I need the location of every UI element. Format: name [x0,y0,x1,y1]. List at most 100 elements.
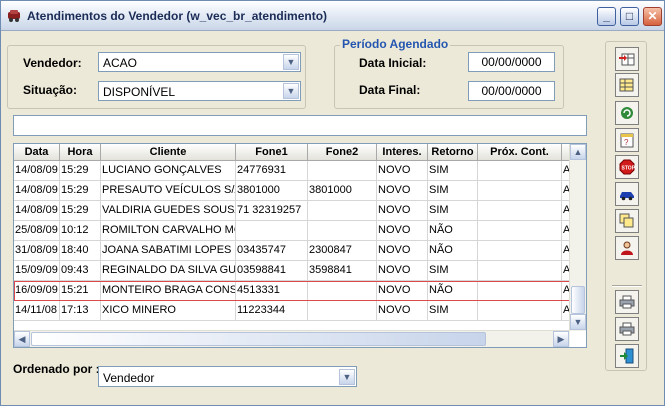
horizontal-scrollbar[interactable]: ◀ ▶ [14,330,570,347]
scroll-down-icon[interactable]: ▼ [570,314,586,330]
print-button[interactable] [615,290,639,314]
table-row[interactable]: 16/09/09 15:21 MONTEIRO BRAGA CONSU 4513331… [14,281,570,301]
chevron-down-icon[interactable]: ▼ [283,54,299,70]
add-row-icon [619,53,635,66]
svg-text:STOP: STOP [622,166,636,172]
table-cell: SIM [428,181,478,201]
column-header[interactable]: Retorno [428,144,478,161]
table-cell: 16/09/09 [14,281,60,301]
car-icon [620,192,634,201]
order-value: Vendedor [103,371,155,385]
table-cell: 15:29 [60,181,101,201]
table-cell: NOVO [377,221,428,241]
table-row[interactable]: 25/08/09 10:12 ROMILTON CARVALHO MO NOVO NÃO… [14,221,570,241]
title-bar[interactable]: Atendimentos do Vendedor (w_vec_br_atend… [1,1,664,31]
calendar-button[interactable]: ? [615,128,639,152]
user-button[interactable] [615,236,639,260]
calendar-icon: ? [620,133,634,148]
table-cell: 18:40 [60,241,101,261]
table-row[interactable]: 15/09/09 09:43 REGINALDO DA SILVA GUI 03598… [14,261,570,281]
table-row[interactable]: 14/11/08 17:13 XICO MINERO 11223344 NOVO SIM A [14,301,570,321]
table-cell: 09:43 [60,261,101,281]
table-row[interactable]: 31/08/09 18:40 JOANA SABATIMI LOPES 0343574… [14,241,570,261]
scroll-thumb[interactable] [571,286,585,314]
scroll-up-icon[interactable]: ▲ [570,144,586,160]
table-cell: 03598841 [236,261,308,281]
close-button[interactable]: ✕ [643,7,662,26]
table-cell [478,161,562,181]
table-cell: NOVO [377,301,428,321]
table-cell: 15:21 [60,281,101,301]
print-preview-icon [619,322,635,336]
table-cell [478,301,562,321]
table-cell: ROMILTON CARVALHO MO [101,221,236,241]
refresh-button[interactable] [615,101,639,125]
table-cell: 3801000 [236,181,308,201]
table-cell: NOVO [377,161,428,181]
table-cell: NÃO [428,221,478,241]
table-cell: 10:12 [60,221,101,241]
column-header[interactable]: Cliente [101,144,236,161]
table-cell [308,221,377,241]
svg-text:?: ? [624,138,629,147]
chevron-down-icon[interactable]: ▼ [283,83,299,99]
maximize-button[interactable]: □ [620,7,639,26]
print-preview-button[interactable] [615,317,639,341]
table-cell: 15:29 [60,201,101,221]
copy-button[interactable] [615,209,639,233]
stop-icon: STOP [619,159,635,175]
table-cell: 14/08/09 [14,181,60,201]
info-bar [13,115,587,136]
table-cell: LUCIANO GONÇALVES [101,161,236,181]
data-final-input[interactable]: 00/00/0000 [468,81,555,101]
table-cell: 11223344 [236,301,308,321]
column-header[interactable]: Hora [60,144,101,161]
column-header[interactable]: Interes. [377,144,428,161]
column-header[interactable]: Próx. Cont. [478,144,562,161]
chevron-down-icon[interactable]: ▼ [339,369,355,385]
vendedor-select[interactable]: ACAO ▼ [98,52,301,72]
table-cell: 03435747 [236,241,308,261]
scroll-left-icon[interactable]: ◀ [14,331,30,347]
column-header[interactable]: Fone1 [236,144,308,161]
data-final-label: Data Final: [359,83,421,97]
table-cell: 15:29 [60,161,101,181]
scroll-right-icon[interactable]: ▶ [553,331,569,347]
grid-edit-button[interactable] [615,73,639,97]
vertical-scrollbar[interactable]: ▲ ▼ [569,144,586,331]
car-button[interactable] [615,182,639,206]
table-cell: 3598841 [308,261,377,281]
table-cell: 24776931 [236,161,308,181]
exit-button[interactable] [615,344,639,368]
table-row[interactable]: 14/08/09 15:29 VALDIRIA GUEDES SOUSA 71 323… [14,201,570,221]
window-title: Atendimentos do Vendedor (w_vec_br_atend… [27,9,328,23]
table-cell: VALDIRIA GUEDES SOUSA [101,201,236,221]
table-cell: NOVO [377,241,428,261]
atendimentos-grid[interactable]: Data Hora Cliente Fone1 Fone2 Interes. R… [13,143,587,348]
table-cell: NOVO [377,201,428,221]
table-cell: 17:13 [60,301,101,321]
table-row[interactable]: 14/08/09 15:29 PRESAUTO VEÍCULOS S/A 380100… [14,181,570,201]
table-cell: SIM [428,261,478,281]
minimize-button[interactable]: _ [597,7,616,26]
table-cell: NOVO [377,281,428,301]
table-cell [478,221,562,241]
situacao-select[interactable]: DISPONÍVEL ▼ [98,81,301,101]
table-cell: JOANA SABATIMI LOPES [101,241,236,261]
data-inicial-input[interactable]: 00/00/0000 [468,52,555,72]
table-cell: MONTEIRO BRAGA CONSU [101,281,236,301]
user-icon [621,241,633,255]
column-header[interactable]: Data [14,144,60,161]
order-select[interactable]: Vendedor ▼ [98,366,357,387]
table-row[interactable]: 14/08/09 15:29 LUCIANO GONÇALVES 24776931 NO… [14,161,570,181]
table-cell: 71 32319257 [236,201,308,221]
table-cell [308,301,377,321]
table-cell: PRESAUTO VEÍCULOS S/A [101,181,236,201]
table-cell: SIM [428,161,478,181]
stop-button[interactable]: STOP [615,155,639,179]
scroll-thumb-h[interactable] [31,332,486,346]
add-row-button[interactable] [615,47,639,71]
column-header[interactable]: Fone2 [308,144,377,161]
table-cell: 2300847 [308,241,377,261]
table-cell [478,201,562,221]
